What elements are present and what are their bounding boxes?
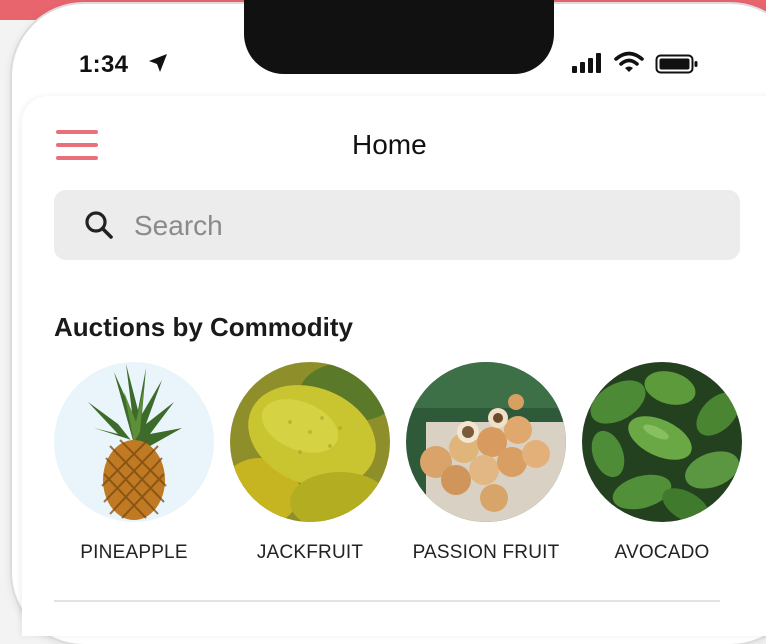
pineapple-image <box>54 362 214 522</box>
avocado-image <box>582 362 742 522</box>
search-input[interactable] <box>132 204 696 248</box>
search-icon <box>85 211 113 239</box>
cellular-signal-icon <box>572 53 601 73</box>
page-title: Home <box>352 129 427 160</box>
location-arrow-icon <box>149 54 167 72</box>
section-divider <box>54 600 720 602</box>
search-bar[interactable] <box>54 190 740 260</box>
battery-icon <box>655 54 698 74</box>
commodity-label: PINEAPPLE <box>80 542 188 563</box>
commodity-label: AVOCADO <box>614 542 710 563</box>
phone-notch <box>244 0 554 74</box>
section-title-auctions: Auctions by Commodity <box>54 312 354 342</box>
commodity-pineapple[interactable]: PINEAPPLE <box>49 362 219 564</box>
status-time: 1:34 <box>79 51 129 78</box>
hamburger-menu-icon[interactable] <box>56 130 98 160</box>
wifi-icon <box>614 51 644 72</box>
passion-fruit-image <box>406 362 566 522</box>
commodity-passion-fruit[interactable]: PASSION FRUIT <box>401 362 571 564</box>
commodity-label: JACKFRUIT <box>256 542 364 563</box>
jackfruit-image <box>230 362 390 522</box>
commodity-label: PASSION FRUIT <box>412 542 560 563</box>
commodity-avocado[interactable]: AVOCADO <box>577 362 747 564</box>
commodity-jackfruit[interactable]: JACKFRUIT <box>225 362 395 564</box>
